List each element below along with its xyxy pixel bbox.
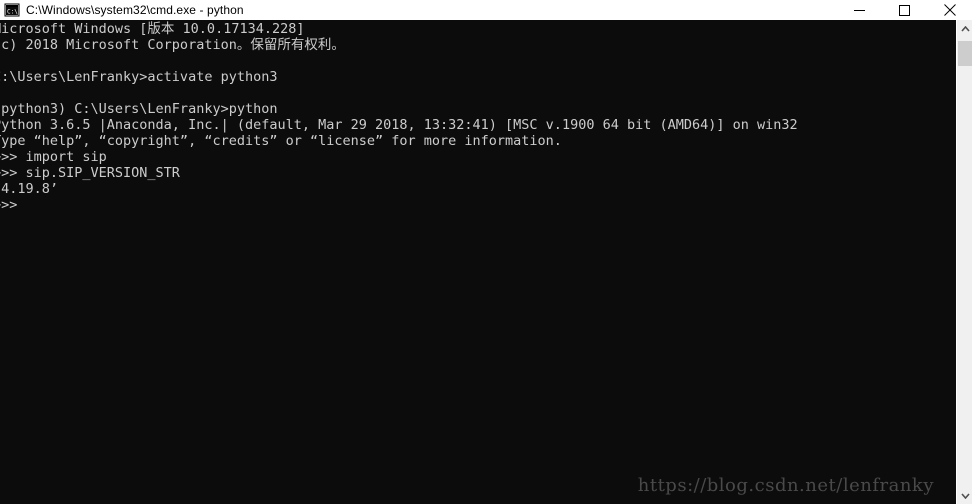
window-title: C:\Windows\system32\cmd.exe - python <box>26 3 244 17</box>
minimize-icon <box>854 9 865 11</box>
minimize-button[interactable] <box>837 0 882 20</box>
close-button[interactable] <box>927 0 972 20</box>
scrollbar-thumb[interactable] <box>958 41 972 66</box>
scroll-up-button[interactable] <box>957 20 972 37</box>
console-text: Microsoft Windows [版本 10.0.17134.228] (c… <box>0 21 798 213</box>
chevron-up-icon <box>960 25 970 32</box>
maximize-button[interactable] <box>882 0 927 20</box>
close-icon <box>943 4 956 16</box>
title-bar[interactable]: C:\ C:\Windows\system32\cmd.exe - python <box>0 0 972 20</box>
cmd-window: C:\ C:\Windows\system32\cmd.exe - python… <box>0 0 972 504</box>
svg-text:C:\: C:\ <box>7 9 18 16</box>
vertical-scrollbar[interactable] <box>956 20 972 504</box>
scroll-down-button[interactable] <box>957 487 972 504</box>
watermark: https://blog.csdn.net/lenfranky <box>637 475 934 496</box>
chevron-down-icon <box>960 492 970 499</box>
maximize-icon <box>899 4 910 16</box>
console-output-area[interactable]: Microsoft Windows [版本 10.0.17134.228] (c… <box>0 20 956 504</box>
cmd-console-icon: C:\ <box>4 2 20 18</box>
